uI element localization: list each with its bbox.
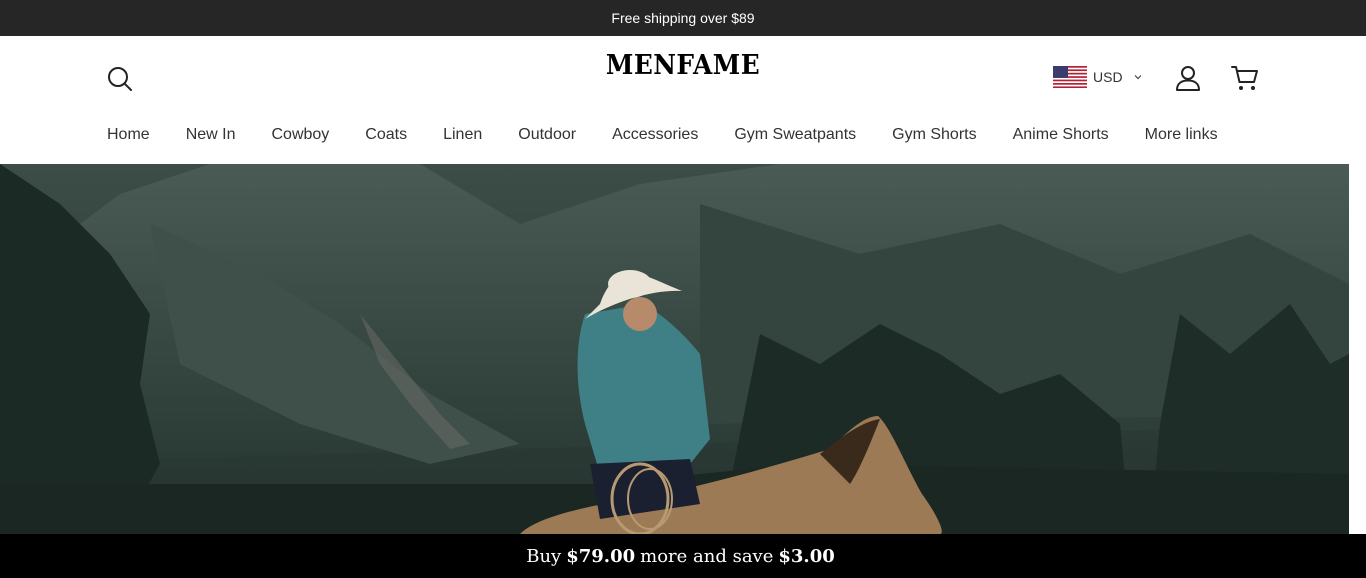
account-button[interactable] (1174, 64, 1202, 92)
promo-saving: $3.00 (778, 545, 835, 567)
chevron-down-icon (1134, 75, 1141, 80)
main-navigation: Home New In Cowboy Coats Linen Outdoor A… (107, 126, 1218, 148)
cart-icon (1231, 66, 1258, 90)
promo-prefix: Buy (526, 545, 562, 567)
announcement-text: Free shipping over $89 (611, 10, 755, 26)
nav-item-more-links[interactable]: More links (1145, 126, 1218, 148)
currency-selector[interactable]: USD (1053, 65, 1143, 89)
site-logo[interactable]: MENFAME (591, 50, 775, 81)
promo-middle: more and save (640, 545, 774, 567)
nav-item-outdoor[interactable]: Outdoor (518, 126, 576, 148)
nav-item-cowboy[interactable]: Cowboy (271, 126, 329, 148)
nav-item-new-in[interactable]: New In (186, 126, 236, 148)
nav-item-coats[interactable]: Coats (365, 126, 407, 148)
search-icon (108, 67, 132, 91)
announcement-bar: Free shipping over $89 (0, 0, 1366, 36)
search-button[interactable] (106, 65, 134, 93)
us-flag-icon (1053, 66, 1087, 88)
nav-item-linen[interactable]: Linen (443, 126, 482, 148)
user-icon (1176, 66, 1200, 91)
nav-item-home[interactable]: Home (107, 126, 150, 148)
nav-item-gym-shorts[interactable]: Gym Shorts (892, 126, 976, 148)
hero-banner[interactable] (0, 164, 1349, 534)
nav-item-accessories[interactable]: Accessories (612, 126, 698, 148)
hero-image (0, 164, 1349, 534)
currency-code: USD (1093, 69, 1123, 85)
promo-bar: Buy $79.00 more and save $3.00 (0, 534, 1366, 578)
nav-item-gym-sweatpants[interactable]: Gym Sweatpants (734, 126, 856, 148)
promo-amount: $79.00 (566, 545, 636, 567)
nav-item-anime-shorts[interactable]: Anime Shorts (1013, 126, 1109, 148)
cart-button[interactable] (1230, 64, 1260, 92)
site-header: MENFAME USD Home New In Cowboy Coats Lin… (0, 36, 1366, 164)
